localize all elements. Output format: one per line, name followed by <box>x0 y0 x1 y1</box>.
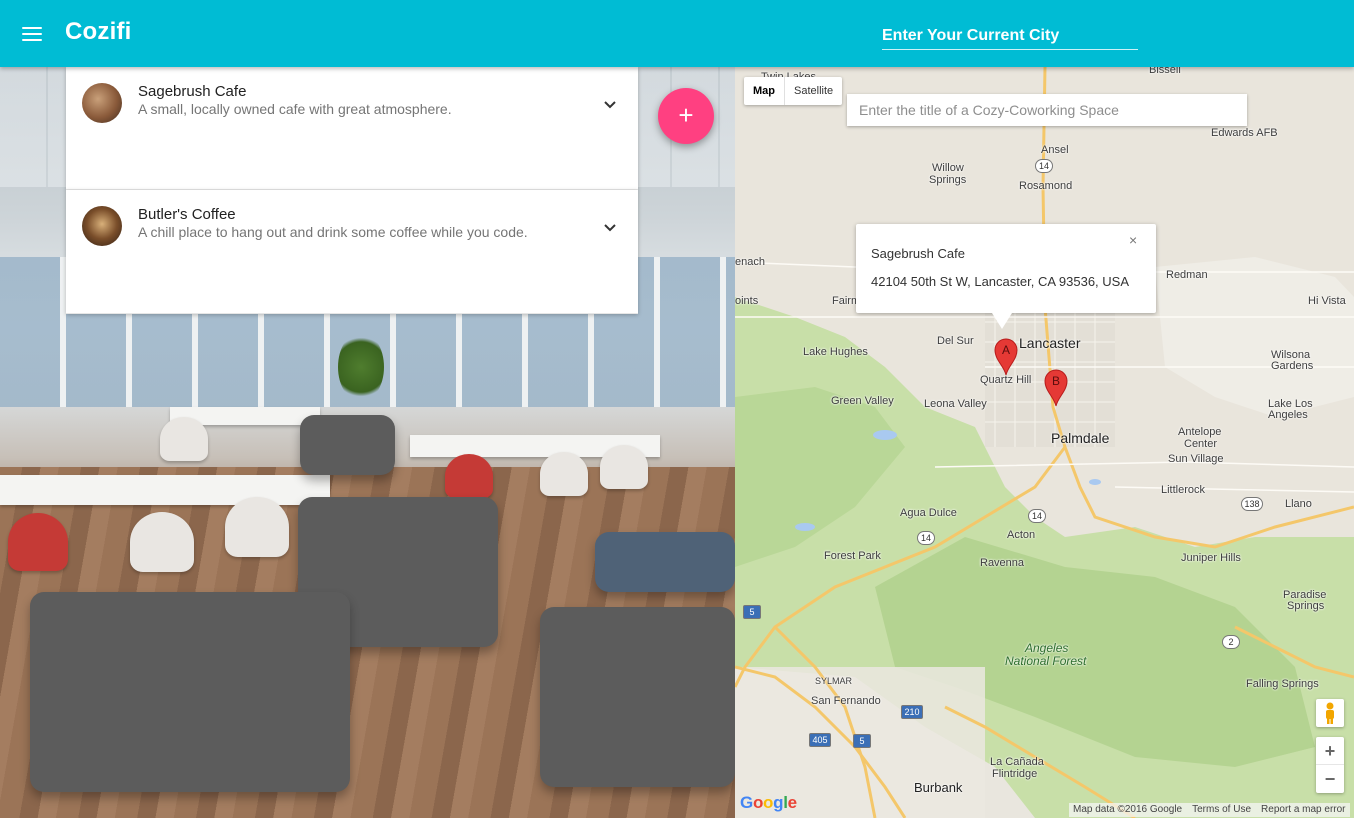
add-space-button[interactable]: + <box>658 88 714 144</box>
interstate-shield: 5 <box>743 605 761 619</box>
space-card[interactable]: Butler's Coffee A chill place to hang ou… <box>66 190 638 314</box>
map-label: Falling Springs <box>1246 678 1319 690</box>
map-label: San Fernando <box>811 695 881 707</box>
zoom-out-button[interactable]: − <box>1316 765 1344 793</box>
map-label: Acton <box>1007 529 1036 541</box>
map-label: Redman <box>1166 269 1208 281</box>
map-label: Angeles <box>1268 409 1308 421</box>
marker-label: A <box>1001 343 1010 357</box>
map-label: Green Valley <box>831 395 894 407</box>
highway-shield: 138 <box>1241 497 1263 511</box>
avatar <box>82 83 122 123</box>
sofa <box>300 415 395 475</box>
map-label: Juniper Hills <box>1181 552 1241 564</box>
chair <box>445 454 493 498</box>
map-label: enach <box>735 256 765 268</box>
space-description: A chill place to hang out and drink some… <box>138 224 528 240</box>
map-label: Forest Park <box>824 550 881 562</box>
map-label: Springs <box>1287 600 1325 612</box>
google-logo: Google <box>740 793 797 812</box>
space-title: Butler's Coffee <box>138 206 236 223</box>
chair <box>8 513 68 571</box>
map[interactable]: Twin Lakes Bissell Edwards AFB Ansel Wil… <box>735 67 1354 818</box>
map-label: Sun Village <box>1168 453 1224 465</box>
app-bar: Cozifi <box>0 0 1354 67</box>
map-marker-b[interactable]: B <box>1044 369 1068 407</box>
map-label: Rosamond <box>1019 180 1073 192</box>
info-window-address: 42104 50th St W, Lancaster, CA 93536, US… <box>871 274 1130 289</box>
info-window-title: Sagebrush Cafe <box>871 246 965 261</box>
highway-shield: 14 <box>1028 509 1046 523</box>
marker-label: B <box>1051 374 1060 388</box>
map-marker-a[interactable]: A <box>994 338 1018 376</box>
app-title: Cozifi <box>65 18 132 45</box>
sofa <box>30 592 350 792</box>
chair <box>540 452 588 496</box>
interstate-shield: 210 <box>901 705 923 719</box>
map-footer: Map data ©2016 Google Terms of Use Repor… <box>1069 803 1350 817</box>
chair <box>600 445 648 489</box>
info-window: Sagebrush Cafe 42104 50th St W, Lancaste… <box>856 224 1156 329</box>
chair <box>225 497 289 557</box>
map-label-city: Palmdale <box>1051 430 1110 446</box>
map-type-map-button[interactable]: Map <box>744 77 784 105</box>
map-label: Lake Hughes <box>803 346 868 358</box>
chevron-down-icon[interactable] <box>602 220 618 236</box>
map-label: Hi Vista <box>1308 295 1346 307</box>
map-label-forest: Angeles <box>1025 641 1069 655</box>
menu-icon[interactable] <box>22 27 42 41</box>
highway-shield: 14 <box>917 531 935 545</box>
map-label-city: Lancaster <box>1019 335 1081 351</box>
map-data-text: Map data ©2016 Google <box>1073 804 1183 815</box>
map-type-control: Map Satellite <box>744 77 843 105</box>
map-label: Agua Dulce <box>900 507 957 519</box>
plant <box>338 332 384 402</box>
zoom-control: + − <box>1316 737 1344 793</box>
map-label-city: Burbank <box>914 780 963 795</box>
highway-shield: 14 <box>1035 159 1053 173</box>
map-label: Del Sur <box>937 335 974 347</box>
space-title: Sagebrush Cafe <box>138 83 247 100</box>
zoom-in-button[interactable]: + <box>1316 737 1344 765</box>
report-error-link[interactable]: Report a map error <box>1261 803 1345 817</box>
avatar <box>82 206 122 246</box>
interstate-shield: 405 <box>809 733 831 747</box>
close-icon[interactable]: × <box>1129 232 1137 248</box>
map-label: Flintridge <box>992 768 1038 780</box>
map-label: Antelope <box>1178 426 1222 438</box>
street-view-pegman-icon[interactable] <box>1316 699 1344 727</box>
map-label: Edwards AFB <box>1211 127 1278 139</box>
plus-icon: + <box>678 100 694 130</box>
space-card[interactable]: Sagebrush Cafe A small, locally owned ca… <box>66 67 638 190</box>
map-label: Ravenna <box>980 557 1025 569</box>
chair <box>130 512 194 572</box>
map-label: Springs <box>929 174 967 186</box>
map-label: Leona Valley <box>924 398 987 410</box>
space-list: Sagebrush Cafe A small, locally owned ca… <box>66 67 638 314</box>
terms-link[interactable]: Terms of Use <box>1192 803 1251 817</box>
space-search-input[interactable] <box>847 94 1247 126</box>
map-type-satellite-button[interactable]: Satellite <box>785 77 842 105</box>
space-description: A small, locally owned cafe with great a… <box>138 101 452 117</box>
map-label: oints <box>735 295 759 307</box>
map-label-forest: National Forest <box>1005 654 1087 668</box>
interstate-shield: 5 <box>853 734 871 748</box>
chair <box>160 417 208 461</box>
map-label: Ansel <box>1041 144 1069 156</box>
sofa <box>595 532 735 592</box>
desk <box>0 475 330 505</box>
highway-shield: 2 <box>1222 635 1240 649</box>
map-label: Willow <box>932 162 964 174</box>
map-label: Llano <box>1285 498 1312 510</box>
map-label: Gardens <box>1271 360 1314 372</box>
map-label: Bissell <box>1149 67 1181 76</box>
map-label: SYLMAR <box>815 676 853 686</box>
city-input[interactable] <box>882 22 1138 50</box>
sofa <box>540 607 735 787</box>
chevron-down-icon[interactable] <box>602 97 618 113</box>
map-label: Littlerock <box>1161 484 1206 496</box>
map-label: La Cañada <box>990 756 1044 768</box>
map-label: Center <box>1184 438 1218 450</box>
